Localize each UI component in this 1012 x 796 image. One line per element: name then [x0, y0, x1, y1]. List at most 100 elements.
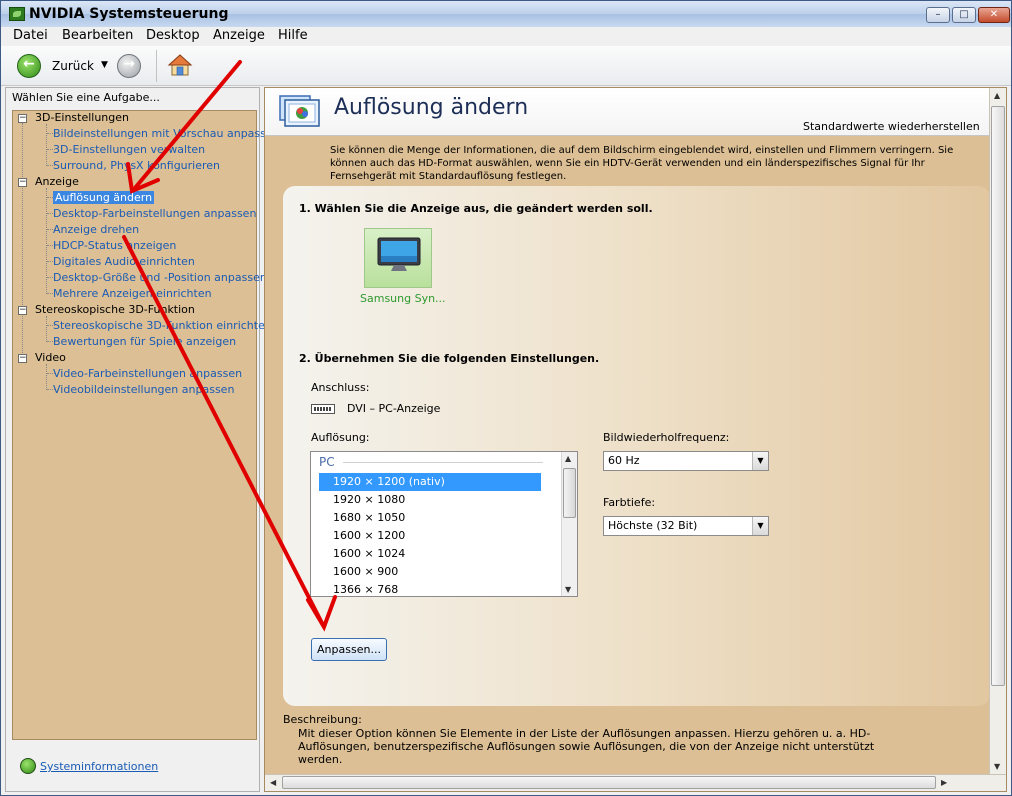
tree-item-videobildeinstellungen[interactable]: Videobildeinstellungen anpassen — [53, 382, 234, 398]
tree-guide-line — [22, 123, 23, 363]
page-header: Auflösung ändern Standardwerte wiederher… — [265, 88, 990, 136]
tree-item-stereo-einrichten[interactable]: Stereoskopische 3D-Funktion einrichten — [53, 318, 272, 334]
description-label: Beschreibung: — [283, 713, 362, 726]
tree-item-bildeinstellungen[interactable]: Bildeinstellungen mit Vorschau anpassen — [53, 126, 280, 142]
resolution-option[interactable]: 1920 × 1080 — [319, 491, 541, 509]
tree-guide-line — [46, 124, 47, 166]
scroll-down-icon[interactable]: ▼ — [565, 585, 571, 594]
collapse-toggle-icon[interactable]: − — [18, 354, 27, 363]
scroll-right-icon[interactable]: ▶ — [941, 778, 947, 787]
intro-text: Sie können die Menge der Informationen, … — [330, 145, 954, 182]
scroll-up-icon[interactable]: ▲ — [565, 454, 571, 463]
refresh-rate-label: Bildwiederholfrequenz: — [603, 431, 730, 444]
vertical-scrollbar[interactable]: ▲ ▼ — [989, 88, 1006, 774]
tree-guide-line — [46, 364, 47, 390]
connection-value: DVI – PC-Anzeige — [347, 402, 441, 415]
back-button-label[interactable]: Zurück — [52, 59, 94, 73]
restore-defaults-link[interactable]: Standardwerte wiederherstellen — [803, 120, 980, 133]
close-button[interactable]: ✕ — [978, 7, 1010, 23]
task-header: Wählen Sie eine Aufgabe... — [12, 91, 160, 104]
system-info-label[interactable]: Systeminformationen — [40, 760, 158, 773]
tree-item-3d-verwalten[interactable]: 3D-Einstellungen verwalten — [53, 142, 205, 158]
tree-item-hdcp-status[interactable]: HDCP-Status anzeigen — [53, 238, 176, 254]
resolution-group-header: PC — [319, 455, 335, 469]
tree-item-video-farbeinstellungen[interactable]: Video-Farbeinstellungen anpassen — [53, 366, 242, 382]
refresh-rate-value: 60 Hz — [608, 454, 640, 467]
menu-bar: Datei Bearbeiten Desktop Anzeige Hilfe — [1, 27, 1011, 45]
toolbar-separator — [156, 50, 157, 82]
description-text: Mit dieser Option können Sie Elemente in… — [298, 727, 875, 766]
title-bar[interactable]: NVIDIA Systemsteuerung – □ ✕ — [1, 1, 1011, 27]
tree-item-mehrere-anzeigen[interactable]: Mehrere Anzeigen einrichten — [53, 286, 212, 302]
toolbar: ← Zurück ▼ → — [1, 46, 1011, 86]
nvidia-logo-icon — [9, 7, 25, 21]
customize-button[interactable]: Anpassen... — [311, 638, 387, 661]
color-depth-value: Höchste (32 Bit) — [608, 519, 698, 532]
task-sidebar: Wählen Sie eine Aufgabe... − 3D-Einstell… — [5, 87, 280, 792]
vertical-scroll-thumb[interactable] — [991, 106, 1005, 686]
tree-guide-line — [46, 316, 47, 342]
tree-item-aufloesung-aendern[interactable]: Auflösung ändern — [53, 190, 155, 206]
back-arrow-icon[interactable]: ← — [17, 54, 41, 78]
menu-bearbeiten[interactable]: Bearbeiten — [62, 28, 133, 43]
back-history-dropdown-icon[interactable]: ▼ — [101, 60, 108, 70]
tree-item-bewertungen-spiele[interactable]: Bewertungen für Spiele anzeigen — [53, 334, 236, 350]
step1-heading: 1. Wählen Sie die Anzeige aus, die geänd… — [299, 202, 653, 215]
system-info-icon — [20, 758, 36, 774]
tree-category-stereoskopisch[interactable]: Stereoskopische 3D-Funktion — [35, 302, 195, 318]
tree-guide-line — [46, 188, 47, 294]
home-icon[interactable] — [167, 52, 193, 78]
selected-item-label: Auflösung ändern — [53, 191, 155, 204]
tree-item-desktop-groesse[interactable]: Desktop-Größe und -Position anpassen — [53, 270, 267, 286]
forward-arrow-icon[interactable]: → — [117, 54, 141, 78]
tree-category-video[interactable]: Video — [35, 350, 66, 366]
window-title: NVIDIA Systemsteuerung — [29, 6, 229, 22]
tree-category-3d-einstellungen[interactable]: 3D-Einstellungen — [35, 110, 129, 126]
horizontal-scroll-thumb[interactable] — [282, 776, 936, 789]
dvi-connector-icon — [311, 404, 335, 414]
color-depth-label: Farbtiefe: — [603, 496, 656, 509]
scroll-thumb[interactable] — [563, 468, 576, 518]
scroll-up-icon[interactable]: ▲ — [994, 91, 1000, 100]
resolution-label: Auflösung: — [311, 431, 370, 444]
nvidia-control-panel-window: NVIDIA Systemsteuerung – □ ✕ Datei Bearb… — [0, 0, 1012, 796]
task-tree: − 3D-Einstellungen Bildeinstellungen mit… — [12, 110, 280, 740]
resolution-option[interactable]: 1600 × 1200 — [319, 527, 541, 545]
maximize-button[interactable]: □ — [952, 7, 976, 23]
chevron-down-icon[interactable]: ▼ — [752, 452, 768, 470]
horizontal-scrollbar[interactable]: ◀ ▶ — [265, 774, 1006, 791]
tree-category-anzeige[interactable]: Anzeige — [35, 174, 79, 190]
monitor-icon — [377, 237, 421, 271]
resolution-option[interactable]: 1366 × 768 — [319, 581, 541, 595]
menu-datei[interactable]: Datei — [13, 28, 48, 43]
resolution-option[interactable]: 1600 × 1024 — [319, 545, 541, 563]
tree-item-digitales-audio[interactable]: Digitales Audio einrichten — [53, 254, 195, 270]
resolution-scrollbar[interactable]: ▲ ▼ — [561, 452, 577, 596]
collapse-toggle-icon[interactable]: − — [18, 114, 27, 123]
settings-box: 1. Wählen Sie die Anzeige aus, die geänd… — [283, 186, 990, 706]
page-title: Auflösung ändern — [334, 95, 529, 120]
refresh-rate-select[interactable]: 60 Hz ▼ — [603, 451, 769, 471]
scroll-down-icon[interactable]: ▼ — [994, 762, 1000, 771]
connection-label: Anschluss: — [311, 381, 370, 394]
resolution-option[interactable]: 1680 × 1050 — [319, 509, 541, 527]
tree-item-desktop-farbeinstellungen[interactable]: Desktop-Farbeinstellungen anpassen — [53, 206, 256, 222]
group-divider — [343, 462, 543, 463]
menu-desktop[interactable]: Desktop — [146, 28, 200, 43]
display-name[interactable]: Samsung Syn... — [360, 292, 446, 305]
chevron-down-icon[interactable]: ▼ — [752, 517, 768, 535]
scroll-left-icon[interactable]: ◀ — [270, 778, 276, 787]
menu-hilfe[interactable]: Hilfe — [278, 28, 308, 43]
minimize-button[interactable]: – — [926, 7, 950, 23]
resolution-option[interactable]: 1920 × 1200 (nativ) — [319, 473, 541, 491]
display-selector-samsung[interactable] — [364, 228, 432, 288]
collapse-toggle-icon[interactable]: − — [18, 178, 27, 187]
collapse-toggle-icon[interactable]: − — [18, 306, 27, 315]
tree-item-surround-physx[interactable]: Surround, PhysX konfigurieren — [53, 158, 220, 174]
display-resolution-icon — [279, 95, 320, 127]
color-depth-select[interactable]: Höchste (32 Bit) ▼ — [603, 516, 769, 536]
resolution-option[interactable]: 1600 × 900 — [319, 563, 541, 581]
tree-item-anzeige-drehen[interactable]: Anzeige drehen — [53, 222, 139, 238]
menu-anzeige[interactable]: Anzeige — [213, 28, 265, 43]
resolution-listbox[interactable]: PC 1920 × 1200 (nativ) 1920 × 1080 1680 … — [310, 451, 578, 597]
